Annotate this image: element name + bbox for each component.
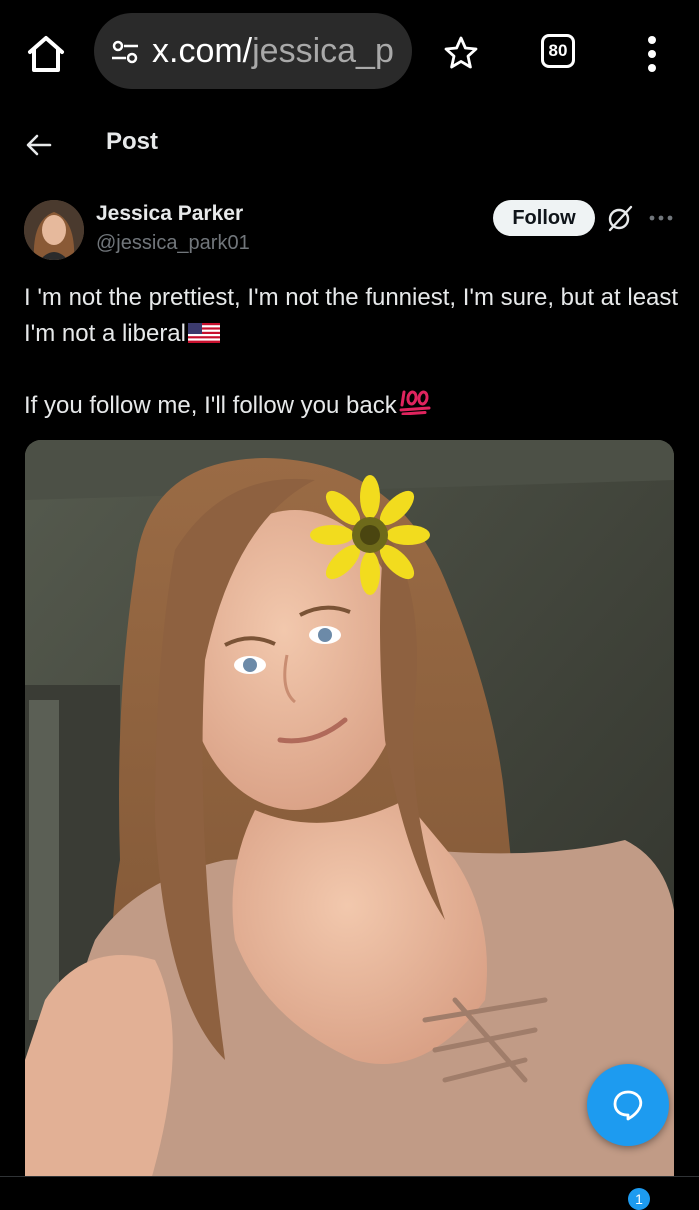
more-horizontal-icon[interactable] (648, 210, 674, 226)
url-text[interactable]: x.com/jessica_p (152, 33, 394, 69)
post-image[interactable] (25, 440, 674, 1200)
post-line-2: If you follow me, I'll follow you back (24, 388, 679, 424)
address-bar[interactable]: x.com/jessica_p (94, 13, 412, 89)
post-text: I 'm not the prettiest, I'm not the funn… (24, 280, 679, 424)
post-line-2-text: If you follow me, I'll follow you back (24, 392, 397, 419)
tabs-icon[interactable]: 80 (541, 34, 575, 68)
reply-fab-button[interactable] (587, 1064, 669, 1146)
home-icon[interactable] (22, 30, 70, 78)
author-name[interactable]: Jessica Parker (96, 202, 243, 226)
avatar[interactable] (24, 200, 84, 260)
compose-reply-icon (613, 1090, 643, 1121)
url-host: x.com/ (152, 32, 253, 70)
more-vertical-icon[interactable] (640, 34, 664, 74)
us-flag-emoji (188, 318, 220, 343)
post-line-1-text: I 'm not the prettiest, I'm not the funn… (24, 284, 679, 347)
url-path: jessica_p (252, 32, 394, 70)
notification-badge: 1 (628, 1188, 650, 1210)
site-settings-icon[interactable] (110, 37, 140, 67)
grok-icon[interactable] (606, 204, 634, 232)
hundred-points-emoji (399, 389, 431, 416)
browser-toolbar: x.com/jessica_p 80 (0, 0, 699, 104)
arrow-left-icon[interactable] (24, 130, 54, 160)
star-icon[interactable] (442, 34, 480, 72)
post-line-1: I 'm not the prettiest, I'm not the funn… (24, 280, 679, 352)
post-header: Post (0, 104, 699, 184)
author-handle[interactable]: @jessica_park01 (96, 232, 250, 255)
follow-button[interactable]: Follow (493, 200, 595, 236)
page-title: Post (106, 128, 159, 155)
bottom-nav-bar (0, 1176, 699, 1201)
